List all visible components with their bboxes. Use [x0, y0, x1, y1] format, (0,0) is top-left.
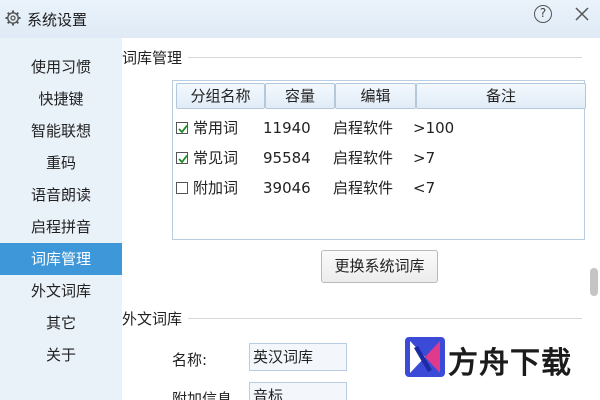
- lexicon-table: 分组名称 容量 编辑 备注 常用词 11940 启程软件 >100 常见词 95…: [172, 80, 586, 240]
- close-icon[interactable]: [572, 4, 592, 24]
- column-header-group-name[interactable]: 分组名称: [176, 83, 265, 109]
- column-header-note[interactable]: 备注: [416, 83, 586, 109]
- checkmark-icon: [178, 124, 188, 134]
- sidebar-item-lexicon-management[interactable]: 词库管理: [0, 243, 122, 275]
- sidebar-item-other[interactable]: 其它: [0, 307, 122, 339]
- sidebar-item-about[interactable]: 关于: [0, 339, 122, 371]
- section-divider: [122, 57, 582, 58]
- sidebar-item-usage-habits[interactable]: 使用习惯: [0, 51, 122, 83]
- help-button[interactable]: ?: [534, 5, 552, 23]
- table-row[interactable]: 附加词 39046 启程软件 <7: [173, 173, 583, 203]
- cell-editor: 启程软件: [333, 179, 394, 197]
- cell-note: >7: [413, 149, 436, 167]
- extra-info-label: 附加信息: [172, 390, 233, 400]
- cell-note: <7: [413, 179, 436, 197]
- column-header-editor[interactable]: 编辑: [335, 83, 416, 109]
- cell-capacity: 11940: [263, 119, 311, 137]
- scrollbar-thumb[interactable]: [590, 268, 598, 296]
- cell-capacity: 95584: [263, 149, 311, 167]
- name-label: 名称:: [172, 351, 208, 369]
- sidebar-item-qicheng-pinyin[interactable]: 启程拼音: [0, 211, 122, 243]
- sidebar-item-voice-reading[interactable]: 语音朗读: [0, 179, 122, 211]
- sidebar-item-foreign-lexicon[interactable]: 外文词库: [0, 275, 122, 307]
- extra-info-field[interactable]: 音标: [249, 382, 347, 400]
- cell-group-name: 常用词: [193, 119, 239, 137]
- sidebar: 使用习惯 快捷键 智能联想 重码 语音朗读 启程拼音 词库管理 外文词库 其它 …: [0, 38, 122, 400]
- sidebar-item-duplicate-codes[interactable]: 重码: [0, 147, 122, 179]
- cell-group-name: 常见词: [193, 149, 239, 167]
- row-checkbox[interactable]: [176, 182, 188, 194]
- sidebar-item-shortcuts[interactable]: 快捷键: [0, 83, 122, 115]
- column-header-capacity[interactable]: 容量: [265, 83, 335, 109]
- name-field[interactable]: 英汉词库: [249, 343, 347, 371]
- cell-editor: 启程软件: [333, 149, 394, 167]
- window-title: 系统设置: [27, 11, 88, 29]
- switch-system-lexicon-button[interactable]: 更换系统词库: [321, 250, 438, 283]
- cell-capacity: 39046: [263, 179, 311, 197]
- lexicon-section-title: 词库管理: [122, 47, 189, 68]
- lexicon-section-header: 词库管理: [122, 47, 582, 68]
- watermark-text: 方舟下载: [448, 346, 572, 381]
- cell-editor: 启程软件: [333, 119, 394, 137]
- row-checkbox[interactable]: [176, 152, 188, 164]
- checkmark-icon: [178, 154, 188, 164]
- cell-note: >100: [413, 119, 455, 137]
- cell-group-name: 附加词: [193, 179, 239, 197]
- table-header: 分组名称 容量 编辑 备注: [176, 83, 586, 109]
- table-row[interactable]: 常用词 11940 启程软件 >100: [173, 113, 583, 143]
- title-bar: 系统设置 ?: [0, 0, 600, 38]
- foreign-section-header: 外文词库: [122, 308, 582, 329]
- watermark: 方舟下载: [402, 334, 592, 382]
- foreign-section-title: 外文词库: [122, 308, 189, 329]
- sidebar-item-smart-association[interactable]: 智能联想: [0, 115, 122, 147]
- row-checkbox[interactable]: [176, 122, 188, 134]
- table-row[interactable]: 常见词 95584 启程软件 >7: [173, 143, 583, 173]
- section-divider: [122, 318, 582, 319]
- watermark-logo-icon: [405, 337, 445, 377]
- gear-icon: [5, 10, 21, 26]
